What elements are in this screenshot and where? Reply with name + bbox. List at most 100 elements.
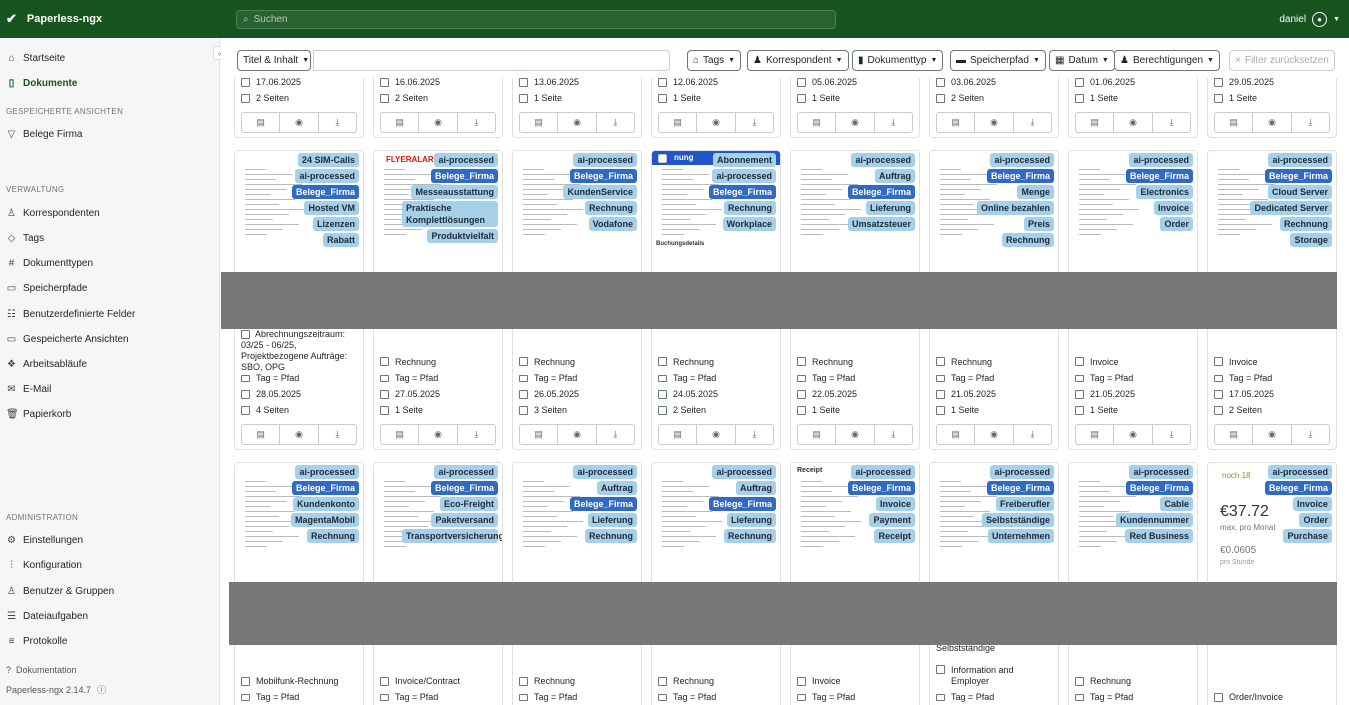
preview-button[interactable]: ◉ [558,425,597,444]
date-filter-button[interactable]: ▦ Datum ▼ [1049,50,1115,71]
tag-badge[interactable]: Abonnement [713,153,776,167]
download-button[interactable]: ⤓ [1292,113,1329,132]
doctype-filter-button[interactable]: ▮ Dokumenttyp ▼ [852,50,944,71]
tag-badge[interactable]: Belege_Firma [986,481,1054,495]
document-card[interactable]: 16.06.2025 2 Seiten ▤ ◉ ⤓ [373,78,503,138]
tag-badge[interactable]: ai-processed [434,153,498,167]
tag-badge[interactable]: Praktische Komplettlösungen [402,201,498,227]
tag-badge[interactable]: Belege_Firma [430,481,498,495]
tag-badge[interactable]: Kundenkonto [293,497,359,511]
document-card[interactable]: 29.05.2025 1 Seite ▤ ◉ ⤓ [1207,78,1337,138]
select-checkbox[interactable] [658,154,667,163]
tag-badge[interactable]: Hosted VM [304,201,359,215]
sidebar-item-einstellungen[interactable]: ⚙ Einstellungen [6,532,83,548]
tag-badge[interactable]: Cloud Server [1267,185,1332,199]
tag-badge[interactable]: Belege_Firma [708,185,776,199]
sidebar-item-arbeitsabl-ufe[interactable]: ❖ Arbeitsabläufe [6,356,87,372]
tag-badge[interactable]: Belege_Firma [1125,481,1193,495]
sidebar-item-dokumente[interactable]: ▯ Dokumente [6,75,78,91]
preview-button[interactable]: ◉ [1253,425,1292,444]
edit-button[interactable]: ▤ [381,425,420,444]
edit-button[interactable]: ▤ [937,425,976,444]
sidebar-item-belege-firma[interactable]: ▽ Belege Firma [6,126,83,142]
tag-badge[interactable]: Transportversicherung [402,529,502,543]
download-button[interactable]: ⤓ [1153,113,1190,132]
tag-badge[interactable]: ai-processed [851,153,915,167]
sidebar-item-tags[interactable]: ◇ Tags [6,230,44,246]
tag-badge[interactable]: ai-processed [990,153,1054,167]
document-card[interactable]: 13.06.2025 1 Seite ▤ ◉ ⤓ [512,78,642,138]
download-button[interactable]: ⤓ [1292,425,1329,444]
sidebar-item-gespeicherte-ansichten[interactable]: ▭ Gespeicherte Ansichten [6,331,129,347]
edit-button[interactable]: ▤ [1076,425,1115,444]
tag-badge[interactable]: Online bezahlen [976,201,1054,215]
tag-badge[interactable]: Belege_Firma [847,185,915,199]
title-content-dropdown[interactable]: Titel & Inhalt ▼ [237,50,311,71]
filter-text-input[interactable] [313,50,670,71]
tag-badge[interactable]: Lieferung [865,201,915,215]
edit-button[interactable]: ▤ [1215,425,1254,444]
tag-badge[interactable]: Auftrag [597,481,637,495]
preview-button[interactable]: ◉ [975,425,1014,444]
edit-button[interactable]: ▤ [242,425,281,444]
tag-badge[interactable]: Invoice [1153,201,1193,215]
preview-button[interactable]: ◉ [280,425,319,444]
tag-badge[interactable]: Belege_Firma [986,169,1054,183]
sidebar-item-papierkorb[interactable]: 🗑 Papierkorb [6,406,71,422]
tag-badge[interactable]: Kundennummer [1115,513,1193,527]
preview-button[interactable]: ◉ [1253,113,1292,132]
storage-path-filter-button[interactable]: ▬ Speicherpfad ▼ [950,50,1046,71]
tag-badge[interactable]: Cable [1160,497,1193,511]
tag-badge[interactable]: Belege_Firma [1264,169,1332,183]
edit-button[interactable]: ▤ [937,113,976,132]
tag-badge[interactable]: Belege_Firma [430,169,498,183]
tag-badge[interactable]: Rechnung [1002,233,1054,247]
tag-badge[interactable]: Auftrag [875,169,915,183]
tag-badge[interactable]: Rechnung [307,529,359,543]
sidebar-item-e-mail[interactable]: ✉ E-Mail [6,381,51,397]
user-menu[interactable]: daniel ● ▼ [1279,0,1340,38]
edit-button[interactable]: ▤ [1215,113,1254,132]
document-card[interactable]: 17.06.2025 2 Seiten ▤ ◉ ⤓ [234,78,364,138]
tag-badge[interactable]: KundenService [563,185,637,199]
edit-button[interactable]: ▤ [242,113,281,132]
tag-badge[interactable]: Selbstständige [981,513,1054,527]
tag-badge[interactable]: Belege_Firma [291,185,359,199]
tag-badge[interactable]: Rechnung [724,201,776,215]
tag-badge[interactable]: ai-processed [1129,465,1193,479]
tag-badge[interactable]: Dedicated Server [1250,201,1332,215]
permissions-filter-button[interactable]: ♟ Berechtigungen ▼ [1114,50,1220,71]
download-button[interactable]: ⤓ [458,425,495,444]
edit-button[interactable]: ▤ [798,425,837,444]
tag-badge[interactable]: ai-processed [295,465,359,479]
tag-badge[interactable]: Rechnung [585,201,637,215]
tag-badge[interactable]: Auftrag [736,481,776,495]
tag-badge[interactable]: Rechnung [724,529,776,543]
tag-badge[interactable]: Messeausstattung [411,185,498,199]
sidebar-item-speicherpfade[interactable]: ▭ Speicherpfade [6,280,88,296]
tag-badge[interactable]: Order [1299,513,1332,527]
tag-badge[interactable]: Vodafone [588,217,637,231]
edit-button[interactable]: ▤ [798,113,837,132]
download-button[interactable]: ⤓ [319,113,356,132]
tag-badge[interactable]: Storage [1290,233,1332,247]
download-button[interactable]: ⤓ [736,425,773,444]
tags-filter-button[interactable]: ⌂ Tags ▼ [687,50,742,71]
edit-button[interactable]: ▤ [381,113,420,132]
tag-badge[interactable]: Belege_Firma [291,481,359,495]
tag-badge[interactable]: Paketversand [431,513,498,527]
tag-badge[interactable]: ai-processed [434,465,498,479]
preview-button[interactable]: ◉ [836,113,875,132]
tag-badge[interactable]: Umsatzsteuer [847,217,915,231]
document-card[interactable]: 03.06.2025 2 Seiten ▤ ◉ ⤓ [929,78,1059,138]
edit-button[interactable]: ▤ [1076,113,1115,132]
tag-badge[interactable]: ai-processed [990,465,1054,479]
tag-badge[interactable]: Belege_Firma [1125,169,1193,183]
sidebar-item-protokolle[interactable]: ≡ Protokolle [6,633,68,649]
tag-badge[interactable]: Payment [869,513,915,527]
download-button[interactable]: ⤓ [597,113,634,132]
preview-button[interactable]: ◉ [697,425,736,444]
preview-button[interactable]: ◉ [558,113,597,132]
tag-badge[interactable]: Produktvielfalt [427,229,498,243]
correspondent-filter-button[interactable]: ♟ Korrespondent ▼ [747,50,849,71]
